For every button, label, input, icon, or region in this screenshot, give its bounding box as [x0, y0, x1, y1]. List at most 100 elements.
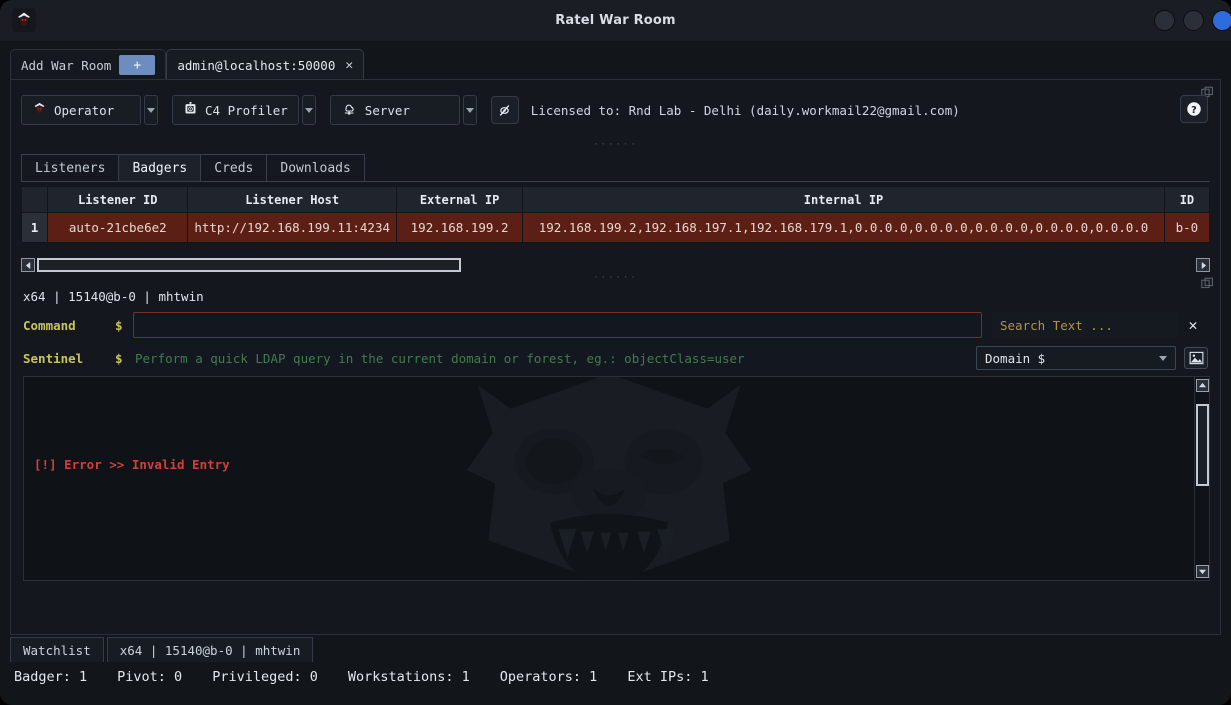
server-dropdown-arrow[interactable]: [463, 95, 477, 125]
server-dropdown[interactable]: Server: [330, 95, 477, 125]
tab-badgers-label: Badgers: [132, 161, 187, 176]
cell-listener-id[interactable]: auto-21cbe6e2: [48, 213, 188, 243]
sentinel-row: Sentinel $ Perform a quick LDAP query in…: [23, 346, 1208, 370]
tab-listeners[interactable]: Listeners: [21, 154, 119, 181]
eye-off-icon[interactable]: [491, 96, 519, 124]
status-privileged: Privileged: 0: [212, 669, 318, 685]
column-internal-ip[interactable]: Internal IP: [523, 187, 1165, 213]
add-war-room-tab[interactable]: Add War Room +: [10, 49, 166, 80]
window-controls: [1154, 10, 1231, 31]
cloud-network-icon: [341, 101, 358, 120]
c4-profiler-label: C4 Profiler: [205, 103, 288, 118]
war-room-tab-strip: Add War Room + admin@localhost:50000 ✕: [10, 49, 1221, 80]
sentinel-placeholder: Perform a quick LDAP query in the curren…: [135, 351, 745, 366]
column-listener-host[interactable]: Listener Host: [188, 187, 397, 213]
status-bar: Badger: 1 Pivot: 0 Privileged: 0 Worksta…: [0, 662, 1231, 692]
console-log: [!] Error >> Invalid Entry 2024/07/01 11…: [34, 385, 1184, 581]
robot-icon: [183, 101, 198, 119]
vscroll-track[interactable]: [1196, 392, 1209, 565]
svg-text:?: ?: [1191, 105, 1197, 116]
add-war-room-label: Add War Room: [21, 58, 111, 73]
search-input[interactable]: Search Text ...: [992, 312, 1178, 338]
status-operators: Operators: 1: [500, 669, 598, 685]
tab-creds-label: Creds: [214, 161, 253, 176]
float-console-icon[interactable]: [1201, 275, 1214, 294]
scroll-up-icon[interactable]: [1196, 379, 1209, 392]
scroll-right-icon[interactable]: [1196, 258, 1210, 272]
sentinel-input[interactable]: Perform a quick LDAP query in the curren…: [133, 346, 966, 370]
server-dropdown-main[interactable]: Server: [330, 95, 460, 125]
status-pivot: Pivot: 0: [117, 669, 182, 685]
title-bar: Ratel War Room: [0, 0, 1231, 41]
operator-label: Operator: [54, 103, 114, 118]
log-line-blank: [34, 544, 1184, 576]
close-button[interactable]: [1212, 10, 1231, 31]
cell-listener-host[interactable]: http://192.168.199.11:4234: [188, 213, 397, 243]
minimize-button[interactable]: [1154, 10, 1175, 31]
server-label: Server: [365, 103, 410, 118]
tab-session-console-label: x64 | 15140@b-0 | mhtwin: [120, 643, 301, 658]
app-window: Ratel War Room Add War Room + admin@loca…: [0, 0, 1231, 705]
tab-listeners-label: Listeners: [35, 161, 105, 176]
chevron-down-icon: [1159, 356, 1167, 361]
scroll-down-icon[interactable]: [1196, 565, 1209, 578]
c4-profiler-dropdown-arrow[interactable]: [302, 95, 316, 125]
window-title: Ratel War Room: [0, 13, 1231, 28]
status-badger: Badger: 1: [14, 669, 87, 685]
tab-session-console[interactable]: x64 | 15140@b-0 | mhtwin: [107, 637, 314, 662]
badger-icon: [32, 101, 47, 119]
operator-dropdown-main[interactable]: Operator: [21, 95, 141, 125]
command-label: Command: [23, 318, 115, 333]
c4-profiler-dropdown[interactable]: C4 Profiler: [172, 95, 316, 125]
command-input[interactable]: [133, 312, 982, 338]
table-row[interactable]: 1 auto-21cbe6e2 http://192.168.199.11:42…: [22, 213, 1210, 243]
operator-dropdown-arrow[interactable]: [144, 95, 158, 125]
console-vertical-scrollbar[interactable]: [1195, 376, 1210, 581]
table-horizontal-scrollbar[interactable]: [21, 257, 1210, 273]
c4-profiler-dropdown-main[interactable]: C4 Profiler: [172, 95, 299, 125]
scroll-left-icon[interactable]: [21, 258, 35, 272]
tab-downloads[interactable]: Downloads: [266, 154, 364, 181]
command-prompt-symbol: $: [115, 318, 133, 333]
license-text: Licensed to: Rnd Lab - Delhi (daily.work…: [531, 103, 960, 118]
table-corner[interactable]: [22, 187, 48, 213]
table-console-splitter[interactable]: ······: [11, 273, 1220, 283]
row-number: 1: [22, 213, 48, 243]
add-war-room-plus-button[interactable]: +: [119, 55, 155, 75]
toolbar: Operator C4 Profil: [11, 80, 1220, 140]
panel-tab-bar: Listeners Badgers Creds Downloads: [21, 154, 1210, 182]
cell-external-ip[interactable]: 192.168.199.2: [396, 213, 522, 243]
tab-creds[interactable]: Creds: [200, 154, 267, 181]
domain-dropdown[interactable]: Domain $: [976, 346, 1176, 370]
badgers-table: Listener ID Listener Host External IP In…: [21, 186, 1210, 243]
war-room-tab-session[interactable]: admin@localhost:50000 ✕: [166, 49, 364, 80]
console-panel: [!] Error >> Invalid Entry 2024/07/01 11…: [23, 376, 1210, 581]
console-output[interactable]: [!] Error >> Invalid Entry 2024/07/01 11…: [23, 376, 1195, 581]
tab-watchlist[interactable]: Watchlist: [10, 637, 104, 662]
column-id[interactable]: ID: [1164, 187, 1209, 213]
sentinel-prompt-symbol: $: [115, 351, 133, 366]
clear-search-icon[interactable]: ✕: [1178, 316, 1208, 334]
main-frame: Operator C4 Profil: [10, 79, 1221, 635]
column-external-ip[interactable]: External IP: [396, 187, 522, 213]
vscroll-thumb[interactable]: [1196, 404, 1209, 486]
toolbar-splitter[interactable]: ······: [11, 140, 1220, 150]
hscroll-thumb[interactable]: [37, 258, 461, 272]
tab-badgers[interactable]: Badgers: [118, 154, 201, 181]
column-listener-id[interactable]: Listener ID: [48, 187, 188, 213]
splitter-dots: ······: [593, 141, 638, 150]
command-row: Command $ Search Text ... ✕: [23, 312, 1208, 338]
maximize-button[interactable]: [1183, 10, 1204, 31]
image-icon[interactable]: [1184, 347, 1208, 369]
cell-id[interactable]: b-0: [1164, 213, 1209, 243]
session-header: x64 | 15140@b-0 | mhtwin: [23, 289, 1208, 304]
close-icon[interactable]: ✕: [345, 58, 353, 73]
table-header-row: Listener ID Listener Host External IP In…: [22, 187, 1210, 213]
hscroll-track[interactable]: [35, 258, 1196, 272]
help-button[interactable]: ?: [1180, 95, 1208, 123]
tab-watchlist-label: Watchlist: [23, 643, 91, 658]
operator-dropdown[interactable]: Operator: [21, 95, 158, 125]
domain-dropdown-value: Domain $: [985, 351, 1045, 366]
cell-internal-ip[interactable]: 192.168.199.2,192.168.197.1,192.168.179.…: [523, 213, 1165, 243]
search-placeholder: Search Text ...: [1000, 318, 1113, 333]
